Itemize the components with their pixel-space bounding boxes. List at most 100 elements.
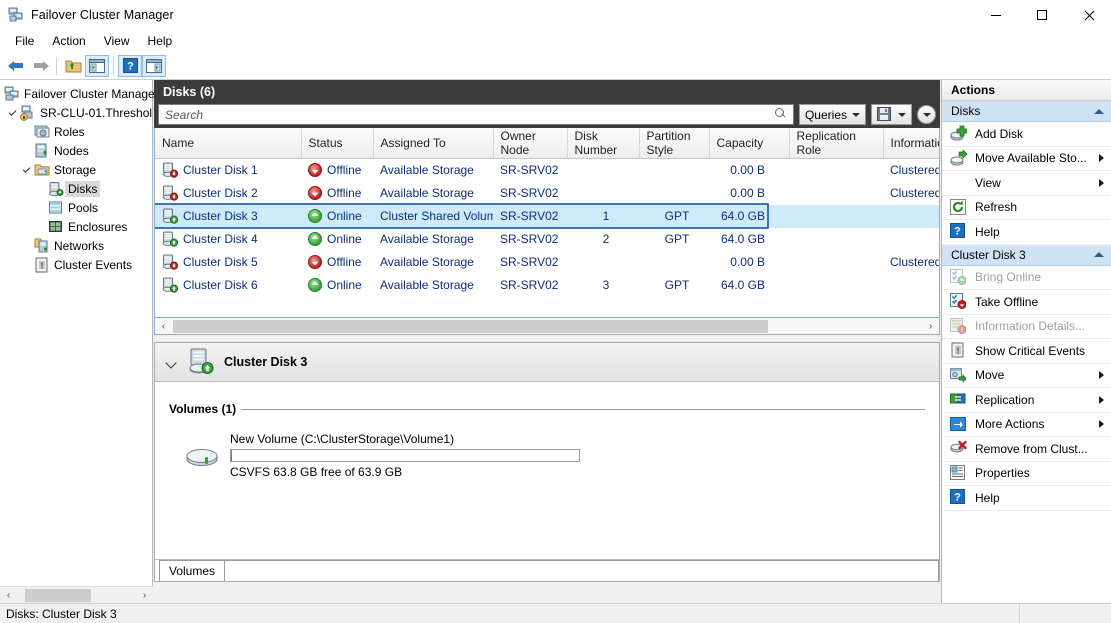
chevron-down-icon[interactable] — [165, 355, 179, 369]
table-row[interactable]: Cluster Disk 3OnlineCluster Shared Volum… — [155, 205, 940, 228]
chevron-down-icon[interactable] — [20, 163, 34, 177]
chevron-up-icon[interactable] — [1094, 252, 1104, 257]
back-button[interactable] — [4, 55, 28, 77]
table-row[interactable]: Cluster Disk 4OnlineAvailable StorageSR-… — [155, 228, 940, 251]
action-help-disks[interactable]: ? Help — [942, 220, 1111, 245]
chevron-up-icon[interactable] — [1094, 109, 1104, 114]
show-hide-console-tree-button[interactable] — [85, 55, 109, 77]
cell-name-text: Cluster Disk 1 — [183, 163, 258, 177]
actions-group-header-cluster-disk-3-label: Cluster Disk 3 — [951, 248, 1026, 262]
action-move-available-storage[interactable]: Move Available Sto... — [942, 147, 1111, 172]
column-header-partition-style[interactable]: Partition Style — [639, 128, 709, 159]
action-show-critical-events[interactable]: ! Show Critical Events — [942, 339, 1111, 364]
sidebar-item-cluster-events[interactable]: ! Cluster Events — [0, 255, 152, 274]
chevron-down-icon[interactable] — [6, 106, 20, 120]
minimize-button[interactable] — [973, 0, 1019, 30]
show-hide-action-pane-button[interactable] — [142, 55, 166, 77]
action-move[interactable]: Move — [942, 364, 1111, 389]
scroll-track[interactable] — [17, 587, 136, 604]
column-header-replication-role[interactable]: Replication Role — [789, 128, 883, 159]
tab-volumes[interactable]: Volumes — [159, 560, 225, 581]
scroll-right-icon[interactable]: › — [136, 587, 153, 604]
forward-button[interactable] — [28, 55, 52, 77]
help-button[interactable]: ? — [118, 55, 142, 77]
sidebar-item-pools[interactable]: Pools — [0, 198, 152, 217]
column-header-assigned-to[interactable]: Assigned To — [373, 128, 493, 159]
column-header-disk-number[interactable]: Disk Number — [567, 128, 639, 159]
save-query-button[interactable] — [871, 104, 912, 125]
volume-row[interactable]: New Volume (C:\ClusterStorage\Volume1) C… — [185, 432, 939, 479]
sidebar-item-nodes[interactable]: Nodes — [0, 141, 152, 160]
actions-group-header-disks[interactable]: Disks — [942, 101, 1111, 122]
tree-root-label: Failover Cluster Manage — [24, 87, 155, 101]
tree-item-cluster[interactable]: SR-CLU-01.Threshol — [0, 103, 152, 122]
action-take-offline[interactable]: Take Offline — [942, 290, 1111, 315]
cell-owner-node: SR-SRV02 — [493, 228, 567, 251]
sidebar-item-storage[interactable]: Storage — [0, 160, 152, 179]
action-take-offline-label: Take Offline — [975, 295, 1111, 309]
maximize-button[interactable] — [1019, 0, 1065, 30]
scroll-left-icon[interactable]: ‹ — [0, 587, 17, 604]
cell-capacity: 0.00 B — [709, 182, 789, 205]
scroll-right-icon[interactable]: › — [922, 318, 939, 335]
submenu-arrow-icon — [1099, 396, 1104, 404]
scroll-left-icon[interactable]: ‹ — [155, 318, 172, 335]
menu-help[interactable]: Help — [139, 31, 182, 51]
action-properties[interactable]: Properties — [942, 462, 1111, 487]
search-input[interactable]: Search — [158, 104, 794, 125]
column-header-name[interactable]: Name — [155, 128, 301, 159]
cell-name-text: Cluster Disk 2 — [183, 186, 258, 200]
action-bring-online[interactable]: Bring Online — [942, 266, 1111, 291]
status-badge: Online — [327, 209, 362, 223]
information-details-icon: ! — [950, 318, 967, 335]
disks-content-pane: Disks (6) Search Queries — [154, 80, 940, 603]
table-row[interactable]: Cluster Disk 6OnlineAvailable StorageSR-… — [155, 274, 940, 297]
scroll-thumb[interactable] — [25, 589, 91, 602]
sidebar-item-enclosures[interactable]: Enclosures — [0, 217, 152, 236]
properties-icon — [950, 465, 967, 482]
disk-offline-icon — [162, 254, 178, 270]
disks-table-horizontal-scrollbar[interactable]: ‹ › — [154, 318, 940, 335]
search-icon[interactable] — [773, 107, 788, 122]
cell-disk-number: 2 — [567, 228, 639, 251]
scroll-thumb[interactable] — [173, 320, 768, 333]
action-information-details[interactable]: ! Information Details... — [942, 315, 1111, 340]
scroll-track[interactable] — [172, 319, 922, 334]
column-header-owner-node[interactable]: Owner Node — [493, 128, 567, 159]
action-view[interactable]: View — [942, 171, 1111, 196]
sidebar-item-roles-label: Roles — [54, 125, 85, 139]
column-header-status[interactable]: Status — [301, 128, 373, 159]
cell-name: Cluster Disk 3 — [155, 205, 301, 228]
sidebar-item-networks[interactable]: Networks — [0, 236, 152, 255]
action-add-disk[interactable]: Add Disk — [942, 122, 1111, 147]
cell-assigned-to: Available Storage — [373, 182, 493, 205]
column-header-capacity[interactable]: Capacity — [709, 128, 789, 159]
status-badge: Offline — [327, 186, 361, 200]
table-row[interactable]: Cluster Disk 5OfflineAvailable StorageSR… — [155, 251, 940, 274]
queries-button[interactable]: Queries — [799, 104, 866, 125]
menu-action[interactable]: Action — [43, 31, 94, 51]
action-move-available-storage-label: Move Available Sto... — [975, 151, 1099, 165]
action-refresh[interactable]: Refresh — [942, 196, 1111, 221]
menu-file[interactable]: File — [6, 31, 43, 51]
tree-horizontal-scrollbar[interactable]: ‹ › — [0, 586, 153, 603]
menu-view[interactable]: View — [95, 31, 139, 51]
tree-root[interactable]: Failover Cluster Manage — [0, 84, 152, 103]
sidebar-item-roles[interactable]: Roles — [0, 122, 152, 141]
disk-offline-icon — [162, 185, 178, 201]
chevron-down-icon — [852, 113, 860, 117]
action-help-cluster-disk-3[interactable]: ? Help — [942, 486, 1111, 511]
table-row[interactable]: Cluster Disk 1OfflineAvailable StorageSR… — [155, 159, 940, 182]
table-row[interactable]: Cluster Disk 2OfflineAvailable StorageSR… — [155, 182, 940, 205]
expand-toolbar-button[interactable] — [917, 105, 936, 124]
up-folder-button[interactable] — [61, 55, 85, 77]
action-remove-from-cluster[interactable]: Remove from Clust... — [942, 437, 1111, 462]
action-more-actions[interactable]: More Actions — [942, 413, 1111, 438]
action-replication[interactable]: Replication — [942, 388, 1111, 413]
detail-pane-header[interactable]: Cluster Disk 3 — [155, 343, 939, 382]
column-header-information[interactable]: Information — [883, 128, 940, 159]
sidebar-item-disks[interactable]: Disks — [0, 179, 152, 198]
close-button[interactable] — [1065, 0, 1111, 30]
actions-group-header-cluster-disk-3[interactable]: Cluster Disk 3 — [942, 245, 1111, 266]
action-refresh-label: Refresh — [975, 200, 1111, 214]
